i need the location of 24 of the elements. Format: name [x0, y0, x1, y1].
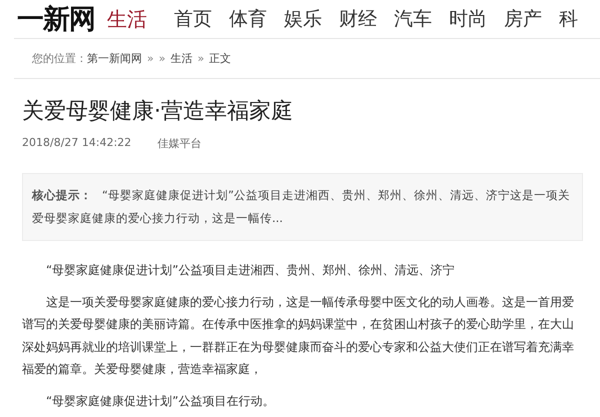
breadcrumb-label: 您的位置： [32, 51, 87, 66]
article-paragraph: “母婴家庭健康促进计划”公益项目走进湘西、贵州、郑州、徐州、清远、济宁 [45, 262, 456, 279]
channel-name: 生活 [107, 6, 147, 32]
site-logo[interactable]: 一新网 [17, 1, 95, 37]
breadcrumb-current: 正文 [209, 51, 232, 66]
breadcrumb-separator: » [158, 52, 166, 65]
nav-link[interactable]: 首页 [174, 6, 212, 32]
breadcrumb-link[interactable]: 第一新闻网 [87, 51, 142, 66]
summary-text: 核心提示： “母婴家庭健康促进计划”公益项目走进湘西、贵州、郑州、徐州、清远、济宁这是一项关爱母婴家庭健康的爱心接力行动，这是一幅传... [32, 187, 571, 227]
article-paragraph: 这是一项关爱母婴家庭健康的爱心接力行动，这是一幅传承母婴中医文化的动人画卷。这是一首用爱谱写的关爱母婴健康的美丽诗篇。在传承中医推拿的妈妈课堂中，在贫困山村孩子的爱心助学里，在大山深处妈妈再就业的培训课堂上，一群群正在为母婴健康而奋斗的爱心专家和公益大使们正在谱写着充满幸福爱的篇章。关爱母婴健康，营造幸福家庭， [22, 294, 575, 378]
nav-link[interactable]: 房产 [504, 6, 542, 32]
nav-link[interactable]: 时尚 [449, 6, 487, 32]
nav-link[interactable]: 科 [559, 6, 578, 32]
breadcrumb-separator: » [197, 52, 204, 65]
article-title: 关爱母婴健康·营造幸福家庭 [22, 98, 294, 126]
nav-link[interactable]: 财经 [339, 6, 377, 32]
breadcrumb-link[interactable]: 生活 [170, 51, 192, 66]
nav-link[interactable]: 娱乐 [284, 6, 322, 32]
article-paragraph: “母婴家庭健康促进计划”公益项目在行动。 [45, 392, 276, 410]
nav-link[interactable]: 汽车 [394, 6, 432, 32]
publish-date: 2018/8/27 14:42:22 [22, 136, 132, 151]
breadcrumb-separator: » [147, 52, 154, 65]
nav-link[interactable]: 体育 [229, 6, 267, 32]
article-source: 佳媒平台 [157, 136, 202, 151]
